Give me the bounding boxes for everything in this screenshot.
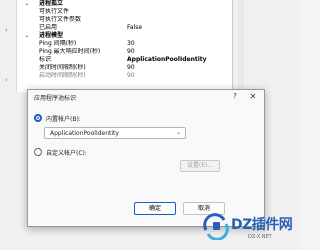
custom-account-radio[interactable] (34, 148, 42, 156)
property-row[interactable]: 启动时间限制(秒) 90 (17, 72, 232, 80)
chevron-down-icon: ⌄ (176, 129, 182, 136)
section-header-process-model[interactable]: ⌄ 进程模型 (17, 32, 232, 40)
property-name: 标识 (39, 56, 52, 63)
property-row[interactable]: 可执行文件 (17, 8, 232, 16)
property-name: Ping 间隔(秒) (39, 40, 77, 47)
close-button[interactable]: ✕ (246, 91, 260, 102)
property-value: ApplicationPoolIdentity (127, 56, 207, 63)
property-name: Ping 最大响应时间(秒) (39, 48, 101, 55)
property-value: 90 (127, 48, 135, 55)
chevron-icon: › (5, 26, 8, 34)
section-label: 进程模型 (39, 32, 64, 39)
ok-button[interactable]: 确定 (134, 202, 176, 215)
property-value: False (127, 24, 143, 31)
dialog-title: 应用程序池标识 (34, 95, 77, 102)
dialog-title-bar[interactable]: 应用程序池标识 ? ✕ (28, 90, 264, 104)
property-grid[interactable]: ⌄ 进程孤立 可执行文件 可执行文件参数 已启用 False ⌄ 进程模型 Pi… (17, 0, 233, 92)
property-name: 关闭时间限制(秒) (39, 64, 86, 71)
property-value: 30 (127, 40, 135, 47)
help-button[interactable]: ? (228, 91, 242, 102)
builtin-account-radio[interactable] (34, 114, 42, 122)
chevron-icon: › (5, 76, 8, 84)
property-name: 可执行文件 (39, 8, 70, 15)
property-row[interactable]: 已启用 False (17, 24, 232, 32)
property-value: 90 (127, 64, 135, 71)
property-row[interactable]: 可执行文件参数 (17, 16, 232, 24)
property-row[interactable]: 关闭时间限制(秒) 90 (17, 64, 232, 72)
builtin-account-select[interactable]: ApplicationPoolIdentity ⌄ (44, 127, 186, 139)
custom-account-label[interactable]: 自定义帐户(C): (46, 148, 87, 157)
property-row[interactable]: 标识 ApplicationPoolIdentity (17, 56, 232, 64)
section-label: 进程孤立 (39, 0, 64, 7)
chevron-down-icon[interactable]: ⌄ (23, 32, 31, 40)
left-gutter: › › (0, 0, 17, 92)
scrollbar[interactable] (238, 0, 244, 92)
builtin-account-label[interactable]: 内置帐户(B): (46, 114, 81, 123)
chevron-down-icon[interactable]: ⌄ (23, 0, 31, 8)
watermark-title: DZ插件网 (231, 217, 293, 233)
watermark-subtitle: DZ-X.NET (248, 234, 272, 240)
property-row[interactable]: Ping 最大响应时间(秒) 90 (17, 48, 232, 56)
property-name: 已启用 (39, 24, 58, 31)
property-row[interactable]: Ping 间隔(秒) 30 (17, 40, 232, 48)
site-watermark: DZ插件网 DZ-X.NET (202, 208, 298, 248)
property-value: 90 (127, 72, 135, 79)
property-name: 可执行文件参数 (39, 16, 82, 23)
dz-logo-icon (203, 213, 229, 240)
builtin-account-value: ApplicationPoolIdentity (50, 130, 119, 137)
section-header-process-orphaning[interactable]: ⌄ 进程孤立 (17, 0, 232, 8)
property-name: 启动时间限制(秒) (39, 72, 86, 79)
set-account-button[interactable]: 设置(E)... (180, 160, 220, 172)
app-pool-identity-dialog: 应用程序池标识 ? ✕ 内置帐户(B): ApplicationPoolIden… (27, 89, 265, 227)
